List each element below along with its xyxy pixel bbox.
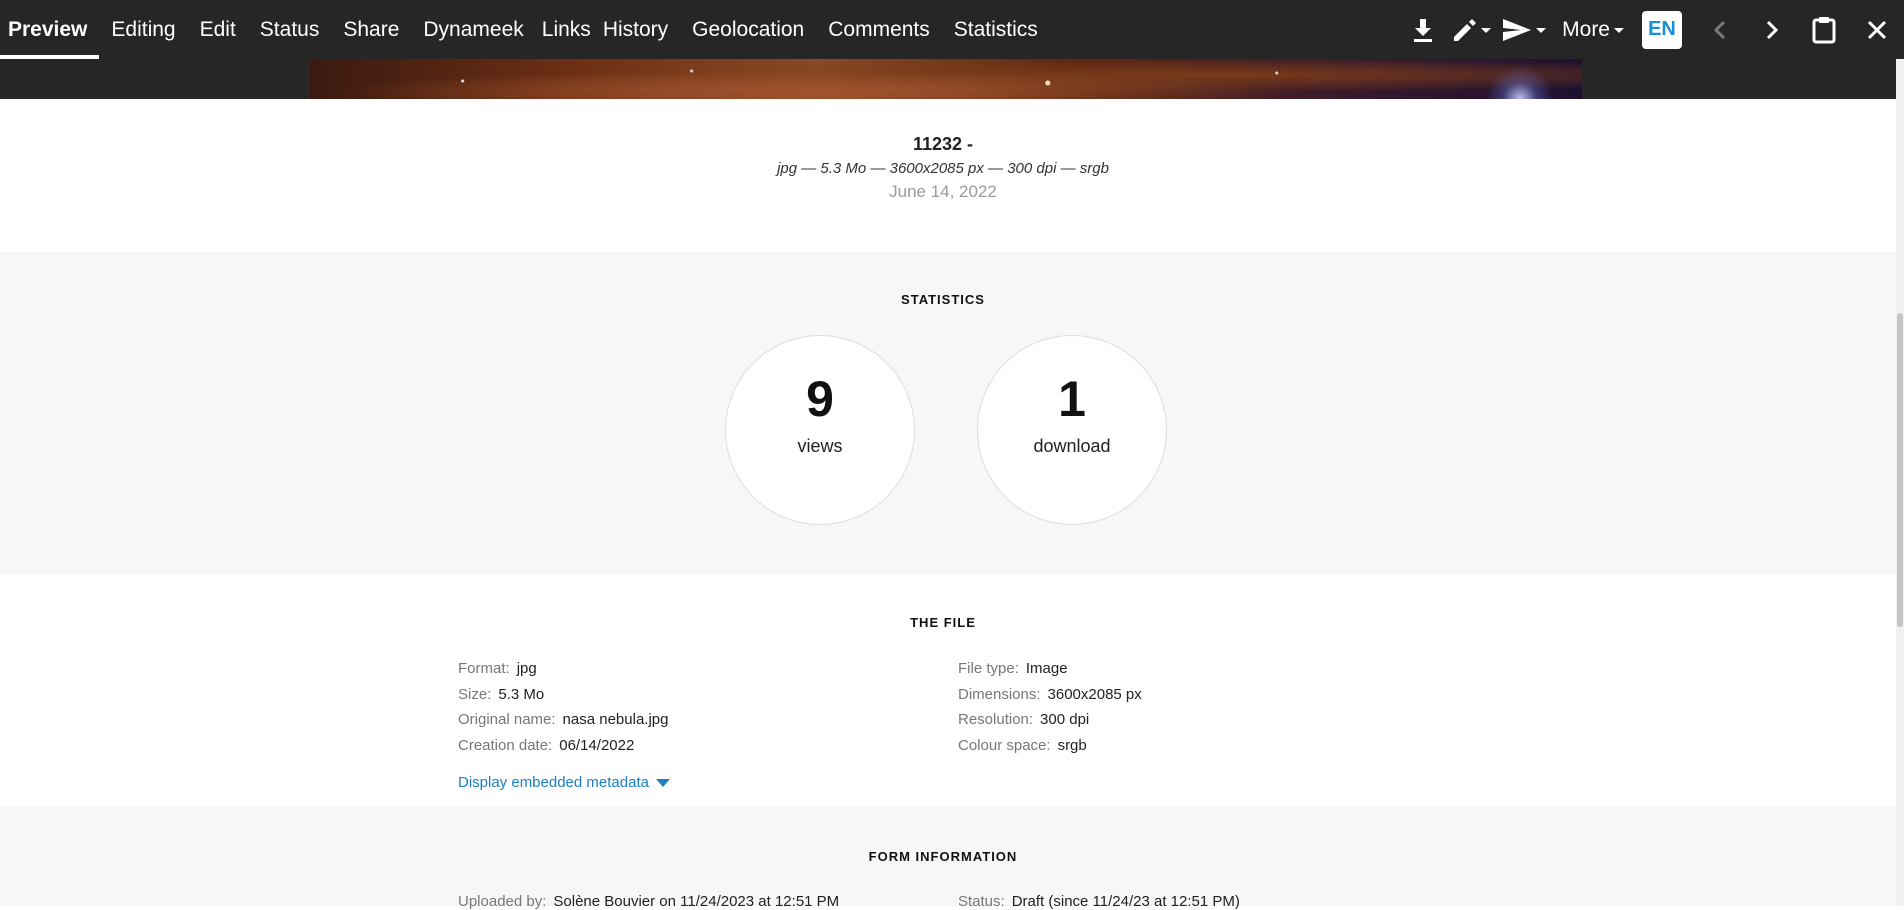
- language-button[interactable]: EN: [1642, 10, 1682, 49]
- tab-editing[interactable]: Editing: [99, 0, 187, 59]
- statistics-heading: STATISTICS: [901, 292, 985, 307]
- next-button[interactable]: [1746, 0, 1798, 59]
- tab-label: Statistics: [953, 17, 1038, 41]
- chevron-down-icon: [1614, 28, 1624, 33]
- tab-links[interactable]: Links: [536, 0, 597, 59]
- tab-preview[interactable]: Preview: [0, 0, 100, 59]
- close-button[interactable]: [1850, 0, 1904, 59]
- form-information-section: FORM INFORMATION Uploaded by: Solène Bouv…: [0, 806, 1896, 910]
- pencil-icon: [1454, 18, 1477, 41]
- info-value: Draft (since 11/24/23 at 12:51 PM): [1011, 893, 1240, 910]
- form-info-uploaded-by: Uploaded by: Solène Bouvier on 11/24/2023…: [458, 893, 839, 910]
- tab-label: Preview: [8, 17, 88, 41]
- info-key: Format:: [458, 660, 510, 677]
- asset-file-summary: jpg — 5.3 Mo — 3600x2085 px — 300 dpi — …: [777, 160, 1109, 177]
- tab-label: Edit: [199, 17, 236, 41]
- file-section-heading: THE FILE: [910, 615, 976, 630]
- views-count: 9: [806, 371, 834, 427]
- info-value: 3600x2085 px: [1047, 686, 1142, 703]
- chevron-down-icon: [1481, 28, 1492, 33]
- file-info-size: Size: 5.3 Mo: [458, 686, 544, 703]
- views-label: views: [797, 436, 843, 456]
- send-menu-button[interactable]: [1496, 0, 1552, 59]
- tab-status[interactable]: Status: [248, 0, 332, 59]
- tab-statistics[interactable]: Statistics: [942, 0, 1050, 59]
- views-stat-circle: 9 views: [725, 335, 915, 525]
- image-preview-strip: [0, 59, 1896, 99]
- tab-label: Geolocation: [692, 17, 805, 41]
- tab-edit[interactable]: Edit: [188, 0, 248, 59]
- file-info-creation-date: Creation date: 06/14/2022: [458, 737, 634, 754]
- tab-label: Status: [259, 17, 320, 41]
- chevron-right-icon: [1766, 20, 1779, 39]
- tab-share[interactable]: Share: [331, 0, 411, 59]
- info-key: File type:: [958, 660, 1019, 677]
- tab-label: Editing: [111, 17, 176, 41]
- clipboard-button[interactable]: [1798, 0, 1850, 59]
- file-info-original-name: Original name: nasa nebula.jpg: [458, 711, 668, 728]
- tab-list: Preview Editing Edit Status Share Dyname…: [0, 0, 1050, 59]
- chevron-left-icon: [1713, 20, 1726, 39]
- asset-date: June 14, 2022: [889, 182, 997, 201]
- info-value: Image: [1025, 660, 1068, 677]
- tab-history[interactable]: History: [597, 0, 680, 59]
- downloads-label: download: [1033, 436, 1111, 456]
- more-menu-button[interactable]: More: [1552, 0, 1634, 59]
- file-info-format: Format: jpg: [458, 660, 537, 677]
- info-value: 5.3 Mo: [498, 686, 545, 703]
- toolbar: More EN: [1400, 0, 1904, 59]
- tab-comments[interactable]: Comments: [816, 0, 942, 59]
- info-value: Solène Bouvier on 11/24/2023 at 12:51 PM: [553, 893, 840, 910]
- tab-geolocation[interactable]: Geolocation: [680, 0, 816, 59]
- file-info-file-type: File type: Image: [958, 660, 1068, 677]
- form-info-status: Status: Draft (since 11/24/23 at 12:51 PM…: [958, 893, 1240, 910]
- chevron-down-icon: [1536, 28, 1547, 33]
- info-key: Uploaded by:: [458, 893, 547, 910]
- info-value: 06/14/2022: [559, 737, 635, 754]
- file-info-resolution: Resolution: 300 dpi: [958, 711, 1089, 728]
- tab-label: Share: [343, 17, 400, 41]
- info-value: jpg: [516, 660, 537, 677]
- close-icon: [1867, 20, 1887, 39]
- scrollbar-thumb[interactable]: [1897, 313, 1903, 627]
- info-key: Creation date:: [458, 737, 553, 754]
- info-key: Colour space:: [958, 737, 1051, 754]
- info-value: srgb: [1057, 737, 1087, 754]
- tab-label: Links: [541, 17, 591, 41]
- tab-label: Comments: [828, 17, 930, 41]
- info-value: 300 dpi: [1040, 711, 1090, 728]
- info-key: Size:: [458, 686, 492, 703]
- asset-title: 11232 -: [912, 134, 974, 154]
- download-button[interactable]: [1400, 0, 1446, 59]
- file-info-dimensions: Dimensions: 3600x2085 px: [958, 686, 1142, 703]
- clipboard-icon: [1812, 16, 1836, 43]
- caret-down-icon: [655, 778, 670, 787]
- nebula-image[interactable]: [310, 59, 1582, 99]
- downloads-stat-circle: 1 download: [977, 335, 1167, 525]
- tab-label: Dynameek: [423, 17, 524, 41]
- download-icon: [1414, 18, 1433, 42]
- scrollbar[interactable]: [1896, 59, 1904, 906]
- info-key: Original name:: [458, 711, 556, 728]
- info-value: nasa nebula.jpg: [562, 711, 669, 728]
- edit-menu-button[interactable]: [1446, 0, 1496, 59]
- metadata-link-label: Display embedded metadata: [458, 774, 649, 791]
- star-glow: [1480, 59, 1560, 99]
- previous-button[interactable]: [1694, 0, 1746, 59]
- send-icon: [1503, 18, 1532, 41]
- info-key: Resolution:: [958, 711, 1034, 728]
- tab-dynameek[interactable]: Dynameek: [411, 0, 535, 59]
- form-information-heading: FORM INFORMATION: [868, 849, 1018, 864]
- top-navigation-bar: Preview Editing Edit Status Share Dyname…: [0, 0, 1904, 59]
- statistics-section: STATISTICS 9 views 1 download: [0, 252, 1896, 574]
- downloads-count: 1: [1058, 371, 1086, 427]
- tab-label: History: [602, 17, 669, 41]
- file-info-colour-space: Colour space: srgb: [958, 737, 1087, 754]
- info-key: Status:: [958, 893, 1005, 910]
- info-key: Dimensions:: [958, 686, 1041, 703]
- more-label: More: [1562, 17, 1610, 41]
- display-metadata-link[interactable]: Display embedded metadata: [458, 774, 670, 791]
